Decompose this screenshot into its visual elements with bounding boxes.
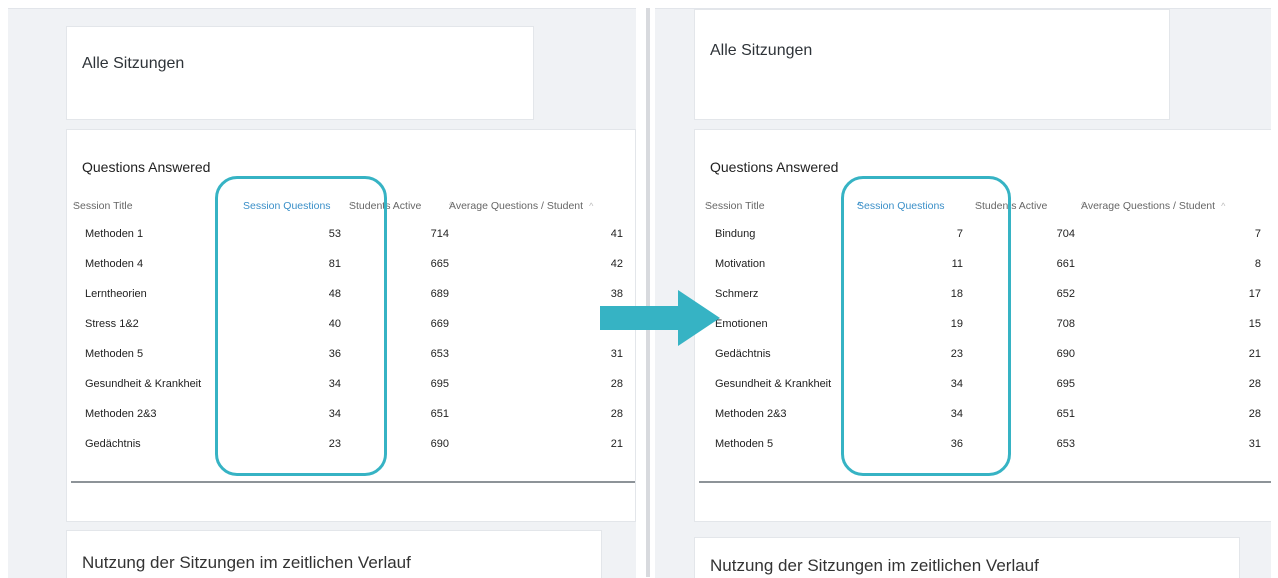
highlight-box: [841, 176, 1011, 476]
cell-title: Methoden 1: [85, 228, 144, 240]
cell-title: Gedächtnis: [85, 438, 141, 450]
cell-avg: 28: [1248, 378, 1261, 390]
cell-students: 690: [1056, 348, 1075, 360]
cell-avg: 21: [1248, 348, 1261, 360]
cell-students: 704: [1056, 228, 1075, 240]
col-average-questions[interactable]: ^ Average Questions / Student ^: [1081, 200, 1228, 212]
section-title: Nutzung der Sitzungen im zeitlichen Verl…: [82, 553, 411, 572]
page-title-card: Alle Sitzungen: [66, 26, 534, 120]
cell-title: Lerntheorien: [85, 288, 147, 300]
cell-students: 689: [430, 288, 449, 300]
cell-students: 695: [430, 378, 449, 390]
usage-over-time-card: Nutzung der Sitzungen im zeitlichen Verl…: [66, 530, 602, 578]
cell-avg: 42: [610, 258, 623, 270]
cell-students: 708: [1056, 318, 1075, 330]
cell-title: Gedächtnis: [715, 348, 771, 360]
cell-title: Methoden 2&3: [85, 408, 157, 420]
sort-caret-icon: ^: [1081, 200, 1086, 210]
cell-avg: 31: [610, 348, 623, 360]
cell-students: 665: [430, 258, 449, 270]
cell-students: 690: [430, 438, 449, 450]
page-title: Alle Sitzungen: [710, 42, 813, 59]
cell-avg: 17: [1248, 288, 1261, 300]
cell-avg: 28: [610, 408, 623, 420]
cell-avg: 28: [610, 378, 623, 390]
cell-title: Methoden 5: [85, 348, 144, 360]
card-title: Questions Answered: [710, 159, 839, 175]
cell-students: 653: [1056, 438, 1075, 450]
cell-title: Bindung: [715, 228, 756, 240]
screenshot-before: Alle Sitzungen Questions Answered ^ Sessi…: [8, 8, 636, 578]
cell-title: Methoden 2&3: [715, 408, 787, 420]
cell-title: Methoden 4: [85, 258, 144, 270]
cell-title: Schmerz: [715, 288, 759, 300]
cell-students: 714: [430, 228, 449, 240]
usage-over-time-card: Nutzung der Sitzungen im zeitlichen Verl…: [694, 537, 1240, 578]
cell-avg: 28: [1248, 408, 1261, 420]
sort-caret-icon: ^: [705, 200, 710, 210]
transition-arrow-icon: [600, 290, 720, 346]
sort-caret-icon: ^: [449, 200, 454, 210]
cell-avg: 41: [610, 228, 623, 240]
cell-students: 652: [1056, 288, 1075, 300]
cell-students: 653: [430, 348, 449, 360]
col-session-title[interactable]: ^ Session Title: [73, 200, 133, 212]
cell-students: 695: [1056, 378, 1075, 390]
cell-title: Gesundheit & Krankheit: [85, 378, 202, 390]
page-title-card: Alle Sitzungen: [694, 9, 1170, 120]
card-title: Questions Answered: [82, 159, 211, 175]
sort-caret-icon: ^: [73, 200, 78, 210]
section-title: Nutzung der Sitzungen im zeitlichen Verl…: [710, 556, 1039, 575]
cell-title: Emotionen: [715, 318, 768, 330]
col-average-questions[interactable]: ^ Average Questions / Student ^: [449, 200, 596, 212]
cell-students: 669: [430, 318, 449, 330]
cell-students: 651: [430, 408, 449, 420]
cell-title: Gesundheit & Krankheit: [715, 378, 832, 390]
cell-avg: 7: [1254, 228, 1261, 240]
col-session-title[interactable]: ^ Session Title: [705, 200, 765, 212]
cell-title: Methoden 5: [715, 438, 774, 450]
screenshot-after: Alle Sitzungen Questions Answered ^ Sessi…: [655, 8, 1271, 578]
cell-title: Stress 1&2: [85, 318, 139, 330]
highlight-box: [215, 176, 387, 476]
page-title: Alle Sitzungen: [82, 55, 185, 72]
cell-avg: 8: [1254, 258, 1261, 270]
cell-avg: 15: [1248, 318, 1261, 330]
cell-title: Motivation: [715, 258, 766, 270]
cell-avg: 31: [1248, 438, 1261, 450]
table-footer-divider: [71, 481, 635, 483]
cell-avg: 21: [610, 438, 623, 450]
cell-students: 651: [1056, 408, 1075, 420]
table-footer-divider: [699, 481, 1271, 483]
cell-students: 661: [1056, 258, 1075, 270]
